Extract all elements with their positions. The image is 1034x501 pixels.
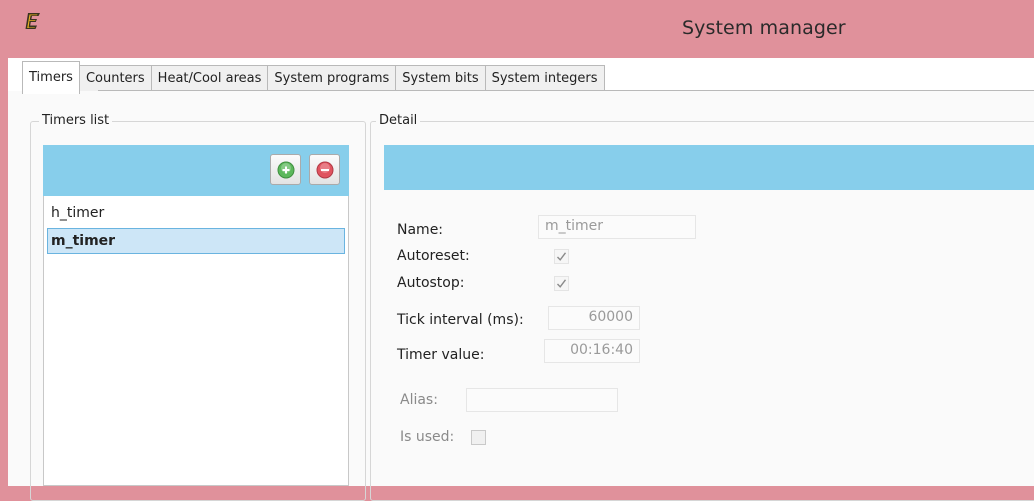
title-bar: System manager <box>0 0 1034 58</box>
alias-label: Alias: <box>400 392 438 408</box>
detail-header-band <box>384 145 1034 190</box>
tab-content-timers: Timers list h_timer m_timer Detail Name:… <box>8 91 1034 501</box>
plus-circle-icon <box>277 161 295 179</box>
tab-timers[interactable]: Timers <box>22 61 80 94</box>
name-label: Name: <box>397 222 444 238</box>
autostop-checkbox[interactable] <box>554 276 569 291</box>
timer-value-label: Timer value: <box>397 347 485 363</box>
window-title: System manager <box>682 17 846 39</box>
add-timer-button[interactable] <box>270 154 301 185</box>
list-item-h-timer[interactable]: h_timer <box>47 200 345 226</box>
is-used-label: Is used: <box>400 429 455 445</box>
timers-listbox[interactable]: h_timer m_timer <box>43 196 349 486</box>
checkmark-icon <box>556 279 567 288</box>
is-used-checkbox[interactable] <box>471 430 486 445</box>
alias-field[interactable] <box>466 388 618 412</box>
timers-list-legend: Timers list <box>39 113 113 128</box>
remove-timer-button[interactable] <box>309 154 340 185</box>
autoreset-label: Autoreset: <box>397 248 470 264</box>
autoreset-checkbox[interactable] <box>554 249 569 264</box>
tick-interval-label: Tick interval (ms): <box>397 312 524 328</box>
timer-value-field[interactable]: 00:16:40 <box>544 339 640 363</box>
name-field[interactable]: m_timer <box>538 215 696 239</box>
tick-interval-field[interactable]: 60000 <box>548 306 640 330</box>
list-item-m-timer[interactable]: m_timer <box>47 228 345 254</box>
timers-list-toolbar <box>43 145 349 196</box>
app-logo-icon <box>25 13 40 29</box>
autostop-label: Autostop: <box>397 275 465 291</box>
checkmark-icon <box>556 252 567 261</box>
detail-legend: Detail <box>376 113 421 128</box>
tab-strip: Timers Counters Heat/Cool areas System p… <box>22 61 605 94</box>
minus-circle-icon <box>316 161 334 179</box>
client-area: Timers Counters Heat/Cool areas System p… <box>8 58 1034 501</box>
